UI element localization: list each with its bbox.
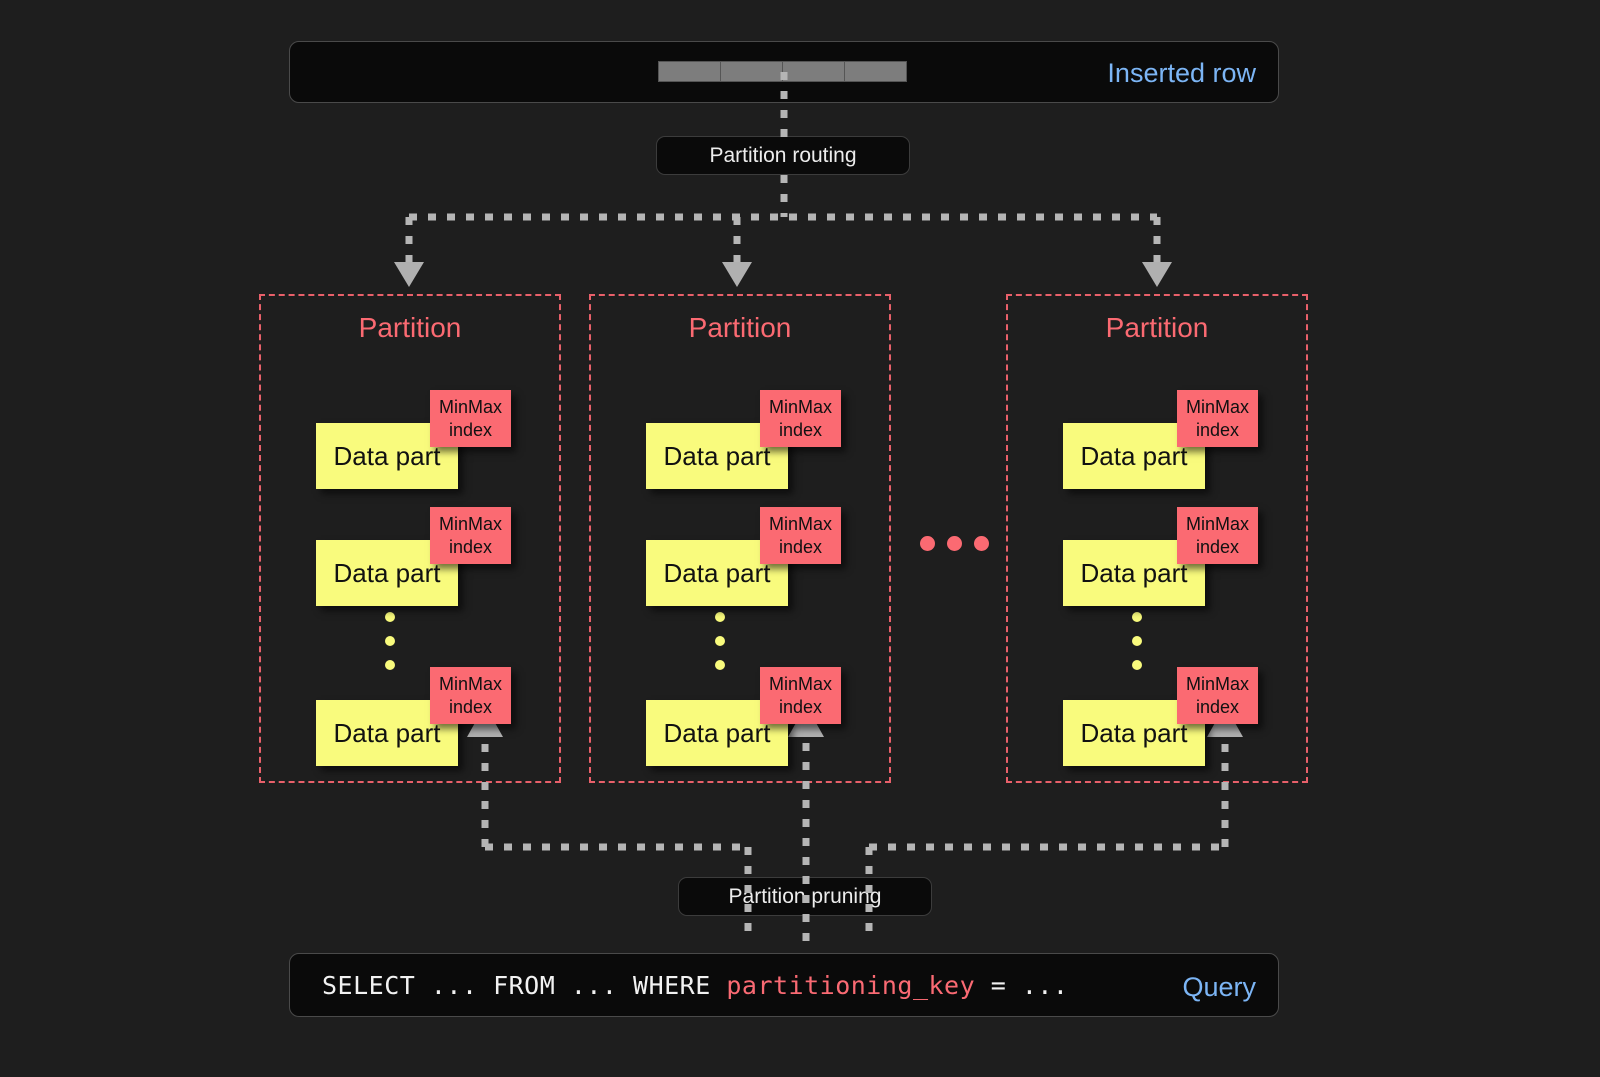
minmax-index-line2: index (1195, 536, 1240, 557)
minmax-index-line2: index (778, 696, 823, 717)
minmax-index-badge: MinMax index (1177, 390, 1258, 447)
minmax-index-line1: MinMax (438, 514, 502, 534)
partition-title: Partition (688, 312, 792, 343)
inserted-row-label: Inserted row (1107, 58, 1256, 88)
row-cell (720, 61, 783, 82)
partition-box-2: Partition MinMax index Data part MinMax … (589, 294, 891, 783)
partitions-ellipsis (920, 536, 989, 551)
row-cell (658, 61, 721, 82)
minmax-index-badge: MinMax index (430, 667, 511, 724)
partition-title: Partition (358, 312, 462, 343)
minmax-index-line1: MinMax (1185, 514, 1249, 534)
diagram-canvas: Inserted row Partition routing Partition… (0, 0, 1600, 1077)
partition-routing-label: Partition routing (656, 136, 910, 175)
arrowhead-down-partition-2 (722, 262, 752, 287)
minmax-index-line1: MinMax (438, 674, 502, 694)
minmax-index-line1: MinMax (1185, 397, 1249, 417)
minmax-index-badge: MinMax index (430, 390, 511, 447)
minmax-index-line2: index (778, 536, 823, 557)
arrowhead-down-partition-3 (1142, 262, 1172, 287)
minmax-index-line1: MinMax (1185, 674, 1249, 694)
query-prefix: SELECT ... FROM ... WHERE (322, 971, 727, 1000)
minmax-index-badge: MinMax index (1177, 667, 1258, 724)
data-parts-ellipsis (1132, 612, 1142, 684)
minmax-index-line2: index (448, 536, 493, 557)
minmax-index-line1: MinMax (768, 514, 832, 534)
query-label: Query (1182, 972, 1256, 1002)
minmax-index-line2: index (448, 696, 493, 717)
partition-box-1: Partition MinMax index Data part MinMax … (259, 294, 561, 783)
minmax-index-badge: MinMax index (760, 390, 841, 447)
partition-title: Partition (1105, 312, 1209, 343)
query-suffix: = ... (975, 971, 1069, 1000)
inserted-row-cells (658, 61, 907, 82)
minmax-index-line1: MinMax (768, 674, 832, 694)
data-parts-ellipsis (715, 612, 725, 684)
minmax-index-line2: index (1195, 696, 1240, 717)
minmax-index-badge: MinMax index (760, 507, 841, 564)
row-cell (844, 61, 907, 82)
partition-pruning-label: Partition pruning (678, 877, 932, 916)
minmax-index-line2: index (1195, 419, 1240, 440)
query-statement: SELECT ... FROM ... WHERE partitioning_k… (322, 971, 1068, 1000)
arrowhead-down-partition-1 (394, 262, 424, 287)
minmax-index-badge: MinMax index (760, 667, 841, 724)
minmax-index-badge: MinMax index (430, 507, 511, 564)
minmax-index-badge: MinMax index (1177, 507, 1258, 564)
data-parts-ellipsis (385, 612, 395, 684)
minmax-index-line2: index (448, 419, 493, 440)
minmax-index-line1: MinMax (438, 397, 502, 417)
minmax-index-line2: index (778, 419, 823, 440)
row-cell (782, 61, 845, 82)
partition-box-3: Partition MinMax index Data part MinMax … (1006, 294, 1308, 783)
query-partitioning-key: partitioning_key (726, 971, 976, 1000)
minmax-index-line1: MinMax (768, 397, 832, 417)
